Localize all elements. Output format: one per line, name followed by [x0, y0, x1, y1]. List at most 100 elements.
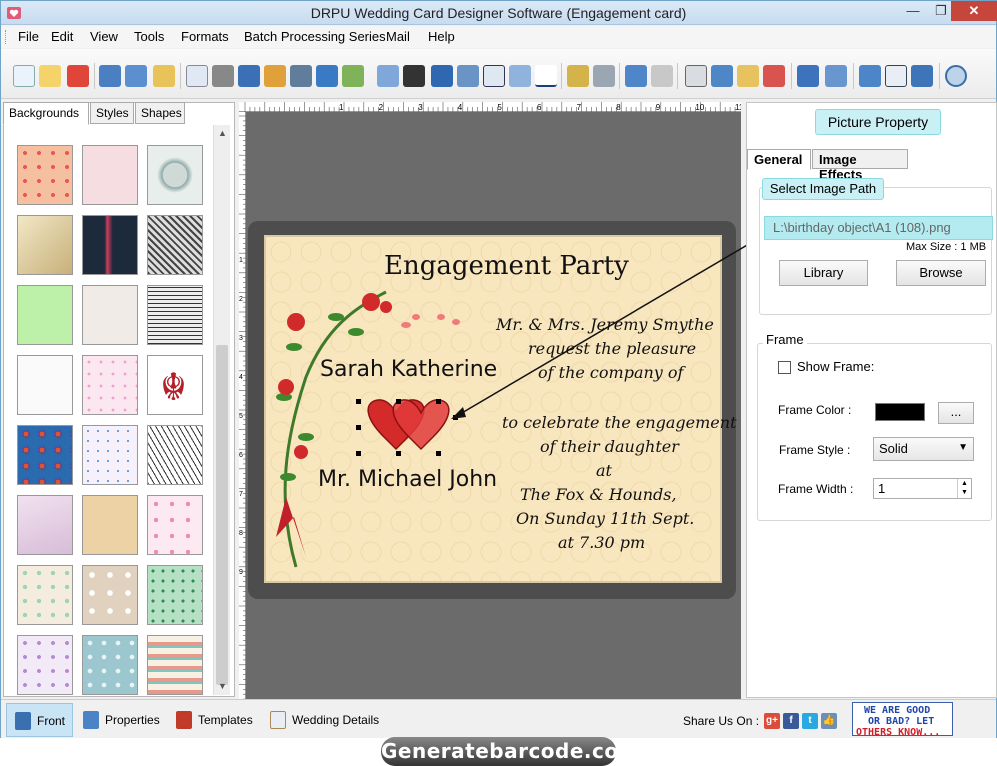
image-path-field[interactable]: L:\birthday object\A1 (108).png [764, 216, 993, 240]
undo-icon[interactable] [625, 65, 647, 87]
barcode-icon[interactable] [403, 65, 425, 87]
background-thumbnail[interactable] [82, 145, 138, 205]
picture-icon[interactable] [342, 65, 364, 87]
frame-style-select[interactable]: Solid ▼ [873, 437, 974, 461]
like-icon[interactable]: 👍 [821, 713, 837, 729]
save-icon[interactable] [99, 65, 121, 87]
close-button[interactable]: ✕ [951, 1, 997, 21]
card-line[interactable]: The Fox & Hounds, [520, 485, 677, 504]
card-line[interactable]: at [596, 461, 612, 480]
text-icon[interactable] [431, 65, 453, 87]
menu-tools[interactable]: Tools [134, 29, 164, 44]
background-thumbnail[interactable] [17, 565, 73, 625]
background-thumbnail[interactable] [17, 145, 73, 205]
background-thumbnail[interactable] [147, 425, 203, 485]
image-icon[interactable] [290, 65, 312, 87]
print-preview-icon[interactable] [186, 65, 208, 87]
library-button[interactable]: Library [779, 260, 868, 286]
menu-mail[interactable]: Mail [386, 29, 410, 44]
background-thumbnail[interactable] [147, 215, 203, 275]
fit-window-icon[interactable] [911, 65, 933, 87]
print-icon[interactable] [212, 65, 234, 87]
pencil-icon[interactable] [316, 65, 338, 87]
mail-icon[interactable] [509, 65, 531, 87]
batch-print-icon[interactable] [238, 65, 260, 87]
background-thumbnail[interactable] [147, 145, 203, 205]
tab-backgrounds[interactable]: Backgrounds [3, 102, 89, 125]
scroll-up-arrow-icon[interactable]: ▲ [214, 125, 231, 142]
open-icon[interactable] [39, 65, 61, 87]
tab-shapes[interactable]: Shapes [135, 102, 185, 124]
tab-styles[interactable]: Styles [90, 102, 134, 124]
background-thumbnail[interactable] [82, 495, 138, 555]
frame-color-picker-button[interactable]: ... [938, 402, 974, 424]
menu-file[interactable]: File [18, 29, 39, 44]
scroll-thumb[interactable] [216, 345, 228, 685]
feedback-badge[interactable]: WE ARE GOOD OR BAD? LET OTHERS KNOW... [852, 702, 953, 738]
background-thumbnail[interactable] [82, 215, 138, 275]
background-thumbnail[interactable] [82, 425, 138, 485]
paste-icon[interactable] [737, 65, 759, 87]
word-art-icon[interactable] [457, 65, 479, 87]
thumbnail-scrollbar[interactable]: ▲ ▼ [213, 125, 230, 695]
stepper-arrows-icon[interactable]: ▲ ▼ [957, 479, 971, 498]
bring-front-icon[interactable] [797, 65, 819, 87]
card-line[interactable]: at 7.30 pm [558, 533, 645, 552]
background-thumbnail[interactable] [17, 215, 73, 275]
background-thumbnail[interactable] [82, 565, 138, 625]
tab-image-effects[interactable]: Image Effects [812, 149, 908, 182]
background-thumbnail[interactable] [17, 285, 73, 345]
new-icon[interactable] [13, 65, 35, 87]
zoom-icon[interactable] [945, 65, 967, 87]
frame-color-swatch[interactable] [875, 403, 925, 421]
signature-icon[interactable] [483, 65, 505, 87]
close-file-icon[interactable] [67, 65, 89, 87]
tab-properties[interactable]: Properties [75, 703, 165, 737]
tab-templates[interactable]: Templates [168, 703, 260, 737]
database-icon[interactable] [567, 65, 589, 87]
tab-front[interactable]: Front [6, 703, 73, 737]
menu-help[interactable]: Help [428, 29, 455, 44]
redo-icon[interactable] [651, 65, 673, 87]
facebook-icon[interactable]: f [783, 713, 799, 729]
background-thumbnail[interactable] [17, 495, 73, 555]
google-plus-icon[interactable]: g+ [764, 713, 780, 729]
background-thumbnail[interactable] [147, 495, 203, 555]
database-list-icon[interactable] [593, 65, 615, 87]
background-thumbnail[interactable] [17, 635, 73, 695]
cut-icon[interactable] [685, 65, 707, 87]
background-thumbnail[interactable] [147, 565, 203, 625]
background-thumbnail[interactable] [147, 285, 203, 345]
card-line[interactable]: of their daughter [540, 437, 679, 456]
export-icon[interactable] [153, 65, 175, 87]
groom-name[interactable]: Mr. Michael John [318, 467, 497, 492]
copy-icon[interactable] [711, 65, 733, 87]
frame-width-stepper[interactable]: 1 ▲ ▼ [873, 478, 972, 499]
menu-formats[interactable]: Formats [181, 29, 229, 44]
delete-icon[interactable] [763, 65, 785, 87]
grid-icon[interactable] [859, 65, 881, 87]
actual-size-icon[interactable] [885, 65, 907, 87]
minimize-button[interactable]: — [899, 1, 927, 21]
scroll-down-arrow-icon[interactable]: ▼ [214, 678, 231, 695]
background-thumbnail[interactable] [147, 635, 203, 695]
background-thumbnail[interactable] [17, 425, 73, 485]
background-thumbnail[interactable] [17, 355, 73, 415]
tab-general[interactable]: General [747, 149, 811, 170]
menu-edit[interactable]: Edit [51, 29, 73, 44]
background-thumbnail[interactable] [82, 285, 138, 345]
card-line[interactable]: On Sunday 11th Sept. [516, 509, 694, 528]
line-icon[interactable] [535, 65, 557, 87]
browse-button[interactable]: Browse [896, 260, 986, 286]
menu-view[interactable]: View [90, 29, 118, 44]
send-back-icon[interactable] [825, 65, 847, 87]
tab-wedding-details[interactable]: Wedding Details [262, 703, 387, 737]
background-thumbnail[interactable]: ☬ [147, 355, 203, 415]
save-as-icon[interactable] [125, 65, 147, 87]
menu-batch-processing[interactable]: Batch Processing Series [244, 29, 386, 44]
background-thumbnail[interactable] [82, 355, 138, 415]
twitter-icon[interactable]: t [802, 713, 818, 729]
show-frame-checkbox[interactable] [778, 361, 791, 374]
background-thumbnail[interactable] [82, 635, 138, 695]
watermark-icon[interactable] [377, 65, 399, 87]
